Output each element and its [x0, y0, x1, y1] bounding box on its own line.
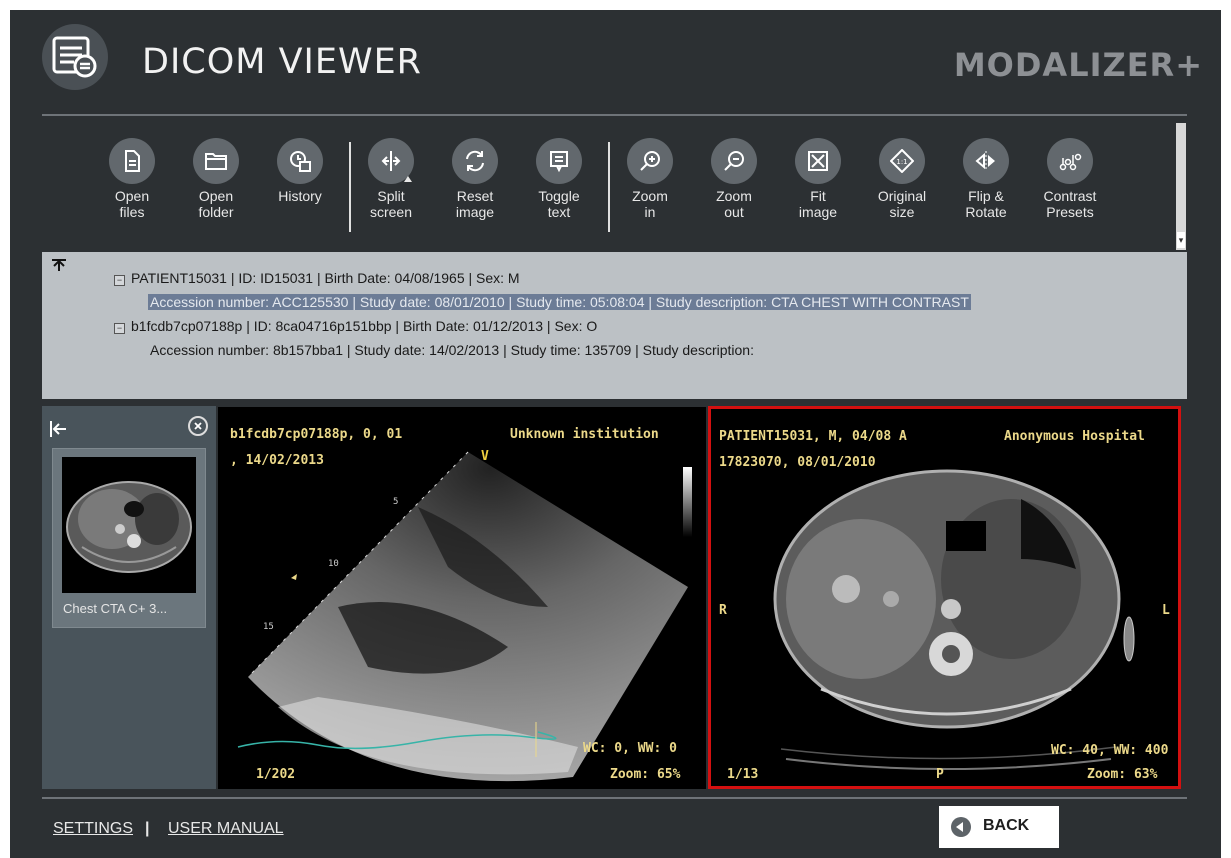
- toolbar-separator: [349, 142, 351, 232]
- study-label: Accession number: ACC125530 | Study date…: [148, 294, 971, 310]
- back-button[interactable]: BACK: [939, 806, 1059, 848]
- tool-label: Open folder: [198, 188, 234, 220]
- settings-link[interactable]: SETTINGS: [53, 820, 133, 838]
- viewport-right-active[interactable]: PATIENT15031, M, 04/08 A 17823070, 08/01…: [708, 406, 1181, 789]
- probe-marker: V: [481, 449, 489, 464]
- contrast-icon: [1047, 138, 1093, 184]
- overlay-date: , 14/02/2013: [230, 453, 324, 468]
- dropdown-indicator-icon: [404, 176, 412, 182]
- zoom-out-button[interactable]: Zoom out: [699, 138, 769, 220]
- close-icon[interactable]: [188, 416, 208, 436]
- reset-image-button[interactable]: Reset image: [440, 138, 510, 220]
- tool-label: Flip & Rotate: [965, 188, 1007, 220]
- overlay-institution: Anonymous Hospital: [1004, 429, 1145, 444]
- flip-rotate-button[interactable]: Flip & Rotate: [951, 138, 1021, 220]
- divider: [42, 114, 1187, 116]
- thumbnail-image: [62, 457, 196, 593]
- series-thumbnail[interactable]: Chest CTA C+ 3...: [52, 448, 206, 628]
- tool-label: Fit image: [798, 188, 838, 220]
- tool-label: Open files: [114, 188, 150, 220]
- collapse-icon[interactable]: −: [114, 323, 125, 334]
- brand-logo: MODALIZER+: [953, 46, 1203, 84]
- back-label: BACK: [983, 817, 1030, 834]
- depth-label: 10: [328, 559, 339, 569]
- study-row[interactable]: Accession number: 8b157bba1 | Study date…: [150, 342, 754, 358]
- overlay-zoom: Zoom: 63%: [1087, 767, 1158, 782]
- tool-label: Toggle text: [538, 188, 580, 220]
- toolbar: Open files Open folder History Split scr…: [42, 124, 1187, 242]
- overlay-window-level: WC: 40, WW: 400: [1051, 743, 1169, 758]
- app-window: DICOM VIEWER MODALIZER+ Open files Open …: [0, 0, 1231, 858]
- patient-row[interactable]: − PATIENT15031 | ID: ID15031 | Birth Date…: [114, 270, 520, 286]
- toolbar-separator: [608, 142, 610, 232]
- orientation-left: R: [719, 603, 727, 618]
- orientation-right: L: [1162, 603, 1170, 618]
- depth-label: 5: [393, 497, 399, 507]
- tool-label: Reset image: [455, 188, 495, 220]
- user-manual-link[interactable]: USER MANUAL: [168, 820, 284, 838]
- tool-label: History: [278, 188, 322, 204]
- series-caption: Chest CTA C+ 3...: [63, 601, 168, 616]
- flip-rotate-icon: [963, 138, 1009, 184]
- patient-header: PATIENT15031 | ID: ID15031 | Birth Date:…: [131, 270, 520, 286]
- split-screen-button[interactable]: Split screen: [356, 138, 426, 220]
- overlay-patient: PATIENT15031, M, 04/08 A: [719, 429, 907, 444]
- history-button[interactable]: History: [265, 138, 335, 204]
- collapse-left-icon[interactable]: [48, 418, 70, 440]
- overlay-window-level: WC: 0, WW: 0: [583, 741, 677, 756]
- series-sidebar: Chest CTA C+ 3...: [42, 406, 216, 789]
- zoom-in-icon: [627, 138, 673, 184]
- tool-label: Zoom in: [632, 188, 668, 220]
- patient-tree-panel: − PATIENT15031 | ID: ID15031 | Birth Date…: [42, 252, 1187, 399]
- divider: [42, 797, 1187, 799]
- fit-image-button[interactable]: Fit image: [783, 138, 853, 220]
- patient-header: b1fcdb7cp07188p | ID: 8ca04716p151bbp | …: [131, 318, 598, 334]
- scroll-down-icon[interactable]: ▾: [1177, 232, 1185, 248]
- tool-label: Contrast Presets: [1043, 188, 1097, 220]
- tool-label: Zoom out: [716, 188, 752, 220]
- overlay-institution: Unknown institution: [510, 427, 659, 442]
- zoom-out-icon: [711, 138, 757, 184]
- original-size-icon: 1:1: [879, 138, 925, 184]
- overlay-frame: 1/202: [256, 767, 296, 782]
- patient-row[interactable]: − b1fcdb7cp07188p | ID: 8ca04716p151bbp |…: [114, 318, 597, 334]
- tool-label: Split screen: [369, 188, 413, 220]
- depth-label: 15: [263, 622, 274, 632]
- study-label: Accession number: 8b157bba1 | Study date…: [150, 342, 754, 358]
- zoom-in-button[interactable]: Zoom in: [615, 138, 685, 220]
- orientation-bottom: P: [936, 767, 944, 782]
- viewport-left[interactable]: b1fcdb7cp07188p, 0, 01 , 14/02/2013 Unkn…: [218, 407, 706, 789]
- overlay-accession-date: 17823070, 08/01/2010: [719, 455, 876, 470]
- history-icon: [277, 138, 323, 184]
- file-icon: [109, 138, 155, 184]
- fit-icon: [795, 138, 841, 184]
- tool-label: Original size: [877, 188, 927, 220]
- overlay-frame: 1/13: [727, 767, 759, 782]
- app-logo-icon: [42, 24, 108, 90]
- toggle-text-icon: [536, 138, 582, 184]
- reset-icon: [452, 138, 498, 184]
- overlay-zoom: Zoom: 65%: [610, 767, 681, 782]
- open-files-button[interactable]: Open files: [97, 138, 167, 220]
- app-title: DICOM VIEWER: [142, 42, 423, 82]
- footer-separator: |: [145, 820, 150, 837]
- study-row[interactable]: Accession number: ACC125530 | Study date…: [148, 294, 971, 310]
- contrast-presets-button[interactable]: Contrast Presets: [1035, 138, 1105, 220]
- toggle-text-button[interactable]: Toggle text: [524, 138, 594, 220]
- overlay-patient: b1fcdb7cp07188p, 0, 01: [230, 427, 403, 442]
- open-folder-button[interactable]: Open folder: [181, 138, 251, 220]
- svg-text:1:1: 1:1: [896, 158, 907, 166]
- toolbar-scrollbar[interactable]: [1176, 123, 1186, 250]
- original-size-button[interactable]: 1:1 Original size: [867, 138, 937, 220]
- folder-icon: [193, 138, 239, 184]
- collapse-icon[interactable]: −: [114, 275, 125, 286]
- arrow-left-icon: [951, 817, 971, 837]
- collapse-up-icon[interactable]: [50, 258, 68, 272]
